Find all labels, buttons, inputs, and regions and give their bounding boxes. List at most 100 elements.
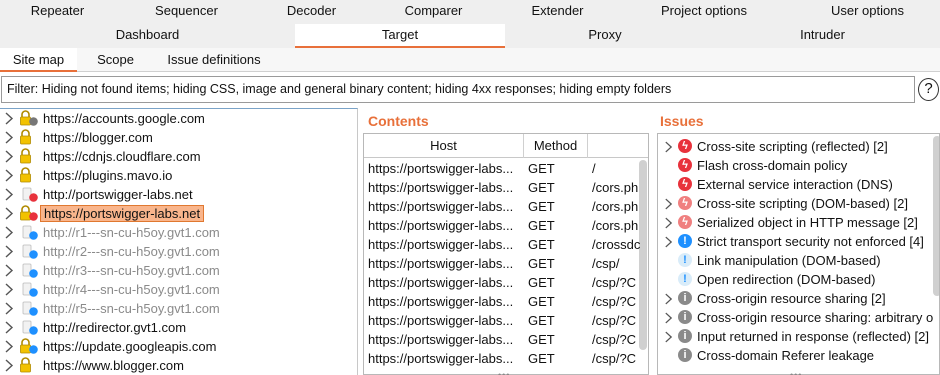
tab-target[interactable]: Target — [295, 24, 505, 48]
issue-item[interactable]: ! Open redirection (DOM-based) — [658, 270, 939, 289]
table-row[interactable]: https://portswigger-labs... GET/csp/ — [364, 254, 648, 273]
tree-node[interactable]: https://accounts.google.com — [0, 109, 357, 128]
tree-node[interactable]: https://blogger.com — [0, 128, 357, 147]
tree-node-label: https://cdnjs.cloudflare.com — [43, 149, 201, 164]
chevron-right-icon[interactable] — [4, 302, 14, 315]
tree-node[interactable]: http://portswigger-labs.net — [0, 185, 357, 204]
severity-icon: ϟ — [678, 215, 692, 229]
cell-method: GET — [528, 332, 555, 347]
tree-node-label: http://redirector.gvt1.com — [43, 320, 187, 335]
cell-method: GET — [528, 256, 555, 271]
help-button[interactable]: ? — [918, 78, 939, 101]
issue-item[interactable]: ! Strict transport security not enforced … — [658, 232, 939, 251]
tree-node[interactable]: https://update.googleapis.com — [0, 337, 357, 356]
issue-item[interactable]: i Cross-domain Referer leakage — [658, 346, 939, 365]
issue-item[interactable]: ϟ Cross-site scripting (DOM-based) [2] — [658, 194, 939, 213]
chevron-right-icon[interactable] — [4, 226, 14, 239]
chevron-right-icon[interactable] — [664, 236, 673, 248]
table-row[interactable]: https://portswigger-labs... GET/csp/?C — [364, 330, 648, 349]
cell-method: GET — [528, 275, 555, 290]
chevron-right-icon[interactable] — [664, 293, 673, 305]
tab-sequencer[interactable]: Sequencer — [115, 0, 258, 24]
host-icon — [19, 262, 39, 279]
issue-item[interactable]: ϟ External service interaction (DNS) — [658, 175, 939, 194]
subtab-issue-definitions[interactable]: Issue definitions — [154, 48, 274, 72]
tab-proxy[interactable]: Proxy — [505, 24, 705, 48]
issue-item[interactable]: ϟ Flash cross-domain policy — [658, 156, 939, 175]
cell-host: https://portswigger-labs... — [368, 351, 514, 366]
tree-node[interactable]: https://plugins.mavo.io — [0, 166, 357, 185]
tree-node[interactable]: http://r4---sn-cu-h5oy.gvt1.com — [0, 280, 357, 299]
severity-icon: ϟ — [678, 139, 692, 153]
tab-project-options[interactable]: Project options — [613, 0, 795, 24]
subtab-site-map[interactable]: Site map — [0, 48, 77, 72]
tab-user-options[interactable]: User options — [795, 0, 940, 24]
tab-comparer[interactable]: Comparer — [365, 0, 502, 24]
chevron-right-icon[interactable] — [4, 340, 14, 353]
cell-host: https://portswigger-labs... — [368, 332, 514, 347]
chevron-right-icon[interactable] — [664, 331, 673, 343]
tab-intruder[interactable]: Intruder — [705, 24, 940, 48]
chevron-right-icon[interactable] — [4, 283, 14, 296]
chevron-right-icon[interactable] — [4, 131, 14, 144]
chevron-right-icon[interactable] — [4, 321, 14, 334]
cell-host: https://portswigger-labs... — [368, 237, 514, 252]
filter-bar[interactable]: Filter: Hiding not found items; hiding C… — [1, 76, 915, 103]
column-method[interactable]: Method — [524, 134, 588, 158]
cell-method: GET — [528, 180, 555, 195]
table-row[interactable]: https://portswigger-labs... GET/cors.ph — [364, 197, 648, 216]
lock-icon — [19, 167, 39, 184]
issues-resize-handle[interactable]: ••• — [790, 370, 802, 375]
table-row[interactable]: https://portswigger-labs... GET/csp/?C — [364, 311, 648, 330]
tree-node[interactable]: http://r1---sn-cu-h5oy.gvt1.com — [0, 223, 357, 242]
chevron-right-icon[interactable] — [4, 245, 14, 258]
table-row[interactable]: https://portswigger-labs... GET/crossdc — [364, 235, 648, 254]
tab-dashboard[interactable]: Dashboard — [0, 24, 295, 48]
issue-item[interactable]: i Cross-origin resource sharing: arbitrar… — [658, 308, 939, 327]
chevron-right-icon[interactable] — [4, 359, 14, 372]
tab-decoder[interactable]: Decoder — [258, 0, 365, 24]
tree-node[interactable]: https://portswigger-labs.net — [0, 204, 357, 223]
issue-item[interactable]: i Input returned in response (reflected) … — [658, 327, 939, 346]
table-row[interactable]: https://portswigger-labs... GET/cors.ph — [364, 216, 648, 235]
issue-label: Cross-site scripting (DOM-based) [2] — [697, 196, 908, 211]
tree-node[interactable]: http://r2---sn-cu-h5oy.gvt1.com — [0, 242, 357, 261]
lock-icon — [19, 338, 39, 355]
chevron-right-icon[interactable] — [4, 169, 14, 182]
table-row[interactable]: https://portswigger-labs... GET/cors.ph — [364, 178, 648, 197]
table-row[interactable]: https://portswigger-labs... GET/csp/?C — [364, 349, 648, 368]
cell-host: https://portswigger-labs... — [368, 313, 514, 328]
chevron-right-icon[interactable] — [4, 188, 14, 201]
table-row[interactable]: https://portswigger-labs... GET/csp/?C — [364, 292, 648, 311]
issue-item[interactable]: i Cross-origin resource sharing [2] — [658, 289, 939, 308]
tree-node[interactable]: https://cdnjs.cloudflare.com — [0, 147, 357, 166]
tree-node[interactable]: https://www.blogger.com — [0, 356, 357, 375]
chevron-right-icon[interactable] — [4, 207, 14, 220]
tab-repeater[interactable]: Repeater — [0, 0, 115, 24]
chevron-right-icon[interactable] — [664, 141, 673, 153]
column-host[interactable]: Host — [364, 134, 524, 158]
chevron-right-icon[interactable] — [664, 217, 673, 229]
tab-extender[interactable]: Extender — [502, 0, 613, 24]
issue-label: Cross-origin resource sharing [2] — [697, 291, 886, 306]
column-url[interactable] — [588, 134, 648, 158]
table-row[interactable]: https://portswigger-labs... GET / — [364, 159, 648, 178]
issue-item[interactable]: ϟ Cross-site scripting (reflected) [2] — [658, 137, 939, 156]
tree-node-label: http://r5---sn-cu-h5oy.gvt1.com — [43, 301, 220, 316]
chevron-right-icon[interactable] — [4, 264, 14, 277]
tree-node[interactable]: http://r3---sn-cu-h5oy.gvt1.com — [0, 261, 357, 280]
cell-host: https://portswigger-labs... — [368, 256, 514, 271]
table-row[interactable]: https://portswigger-labs... GET/csp/?C — [364, 273, 648, 292]
tree-node[interactable]: http://r5---sn-cu-h5oy.gvt1.com — [0, 299, 357, 318]
issue-item[interactable]: ! Link manipulation (DOM-based) — [658, 251, 939, 270]
cell-method: GET — [528, 161, 555, 176]
contents-resize-handle[interactable]: ••• — [498, 370, 510, 375]
chevron-right-icon[interactable] — [664, 198, 673, 210]
subtab-scope[interactable]: Scope — [77, 48, 154, 72]
issues-title: Issues — [660, 113, 704, 129]
issue-item[interactable]: ϟ Serialized object in HTTP message [2] — [658, 213, 939, 232]
chevron-right-icon[interactable] — [664, 312, 673, 324]
chevron-right-icon[interactable] — [4, 150, 14, 163]
chevron-right-icon[interactable] — [4, 112, 14, 125]
tree-node[interactable]: http://redirector.gvt1.com — [0, 318, 357, 337]
